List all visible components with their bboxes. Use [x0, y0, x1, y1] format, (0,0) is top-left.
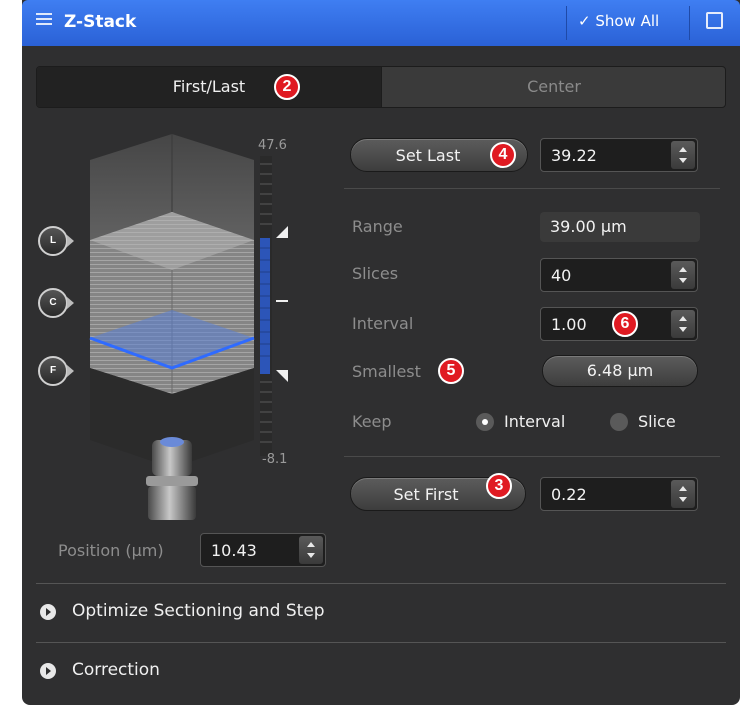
- range-label: Range: [352, 217, 403, 236]
- scale-top-label: 47.6: [258, 138, 287, 153]
- spin-arrows-icon[interactable]: [299, 536, 323, 564]
- keep-slice-label: Slice: [638, 412, 676, 431]
- tab-center-label: Center: [527, 77, 581, 96]
- position-label: Position (µm): [58, 541, 164, 560]
- center-position-button[interactable]: C: [38, 288, 74, 318]
- keep-interval-radio[interactable]: [476, 413, 494, 431]
- expand-arrow-icon[interactable]: [40, 663, 56, 679]
- zstack-panel: Z-Stack ✓ Show All First/Last Center 2 4…: [22, 0, 740, 705]
- range-indicator: [260, 238, 270, 374]
- last-position-value: 39.22: [551, 146, 597, 165]
- set-last-label: Set Last: [395, 146, 461, 165]
- range-value: 39.00 µm: [540, 212, 700, 242]
- list-icon[interactable]: [36, 13, 52, 31]
- z-scale-bar[interactable]: [260, 156, 288, 456]
- position-value: 10.43: [211, 541, 257, 560]
- smallest-label: Smallest: [352, 362, 421, 381]
- slices-value: 40: [551, 266, 572, 285]
- section-correction[interactable]: Correction: [36, 643, 726, 701]
- panel-title: Z-Stack: [64, 12, 137, 32]
- show-all-button[interactable]: ✓ Show All: [578, 12, 659, 30]
- callout-badge: 2: [274, 74, 300, 100]
- undock-icon[interactable]: [706, 12, 723, 29]
- first-marker[interactable]: [276, 370, 288, 382]
- section-optimize-sectioning[interactable]: Optimize Sectioning and Step: [36, 584, 726, 642]
- slices-input[interactable]: 40: [540, 258, 698, 292]
- objective-icon: [146, 437, 198, 520]
- divider: [344, 456, 720, 457]
- callout-badge: 3: [486, 473, 512, 499]
- title-bar: Z-Stack ✓ Show All: [22, 0, 740, 46]
- interval-label: Interval: [352, 314, 414, 333]
- tab-first-last-label: First/Last: [172, 77, 246, 96]
- spin-arrows-icon[interactable]: [671, 261, 695, 289]
- expand-arrow-icon[interactable]: [40, 604, 56, 620]
- spin-arrows-icon[interactable]: [671, 141, 695, 169]
- spin-arrows-icon[interactable]: [671, 310, 695, 338]
- first-position-input[interactable]: 0.22: [540, 477, 698, 511]
- smallest-value: 6.48 µm: [586, 361, 654, 380]
- position-input[interactable]: 10.43: [200, 533, 326, 567]
- zstack-visualization[interactable]: [22, 120, 342, 540]
- tab-first-last[interactable]: First/Last: [37, 67, 381, 107]
- last-position-button[interactable]: L: [38, 226, 74, 256]
- section-correction-label: Correction: [72, 660, 160, 680]
- keep-slice-radio[interactable]: [610, 413, 628, 431]
- interval-value: 1.00: [551, 315, 587, 334]
- last-position-input[interactable]: 39.22: [540, 138, 698, 172]
- last-marker[interactable]: [276, 226, 288, 238]
- keep-interval-label: Interval: [504, 412, 566, 431]
- first-position-button[interactable]: F: [38, 356, 74, 386]
- callout-badge: 6: [612, 311, 638, 337]
- scale-bottom-label: -8.1: [262, 452, 288, 467]
- set-first-label: Set First: [393, 485, 459, 504]
- smallest-button[interactable]: 6.48 µm: [542, 355, 698, 387]
- tab-center[interactable]: Center: [381, 67, 725, 107]
- callout-badge: 4: [490, 142, 516, 168]
- center-marker: [276, 300, 288, 302]
- first-position-value: 0.22: [551, 485, 587, 504]
- title-divider: [566, 6, 567, 40]
- mode-tabs: First/Last Center: [36, 66, 726, 108]
- callout-badge: 5: [438, 358, 464, 384]
- keep-label: Keep: [352, 412, 392, 431]
- divider: [344, 188, 720, 189]
- spin-arrows-icon[interactable]: [671, 480, 695, 508]
- section-optimize-label: Optimize Sectioning and Step: [72, 601, 325, 621]
- slices-label: Slices: [352, 264, 399, 283]
- title-divider: [689, 6, 690, 40]
